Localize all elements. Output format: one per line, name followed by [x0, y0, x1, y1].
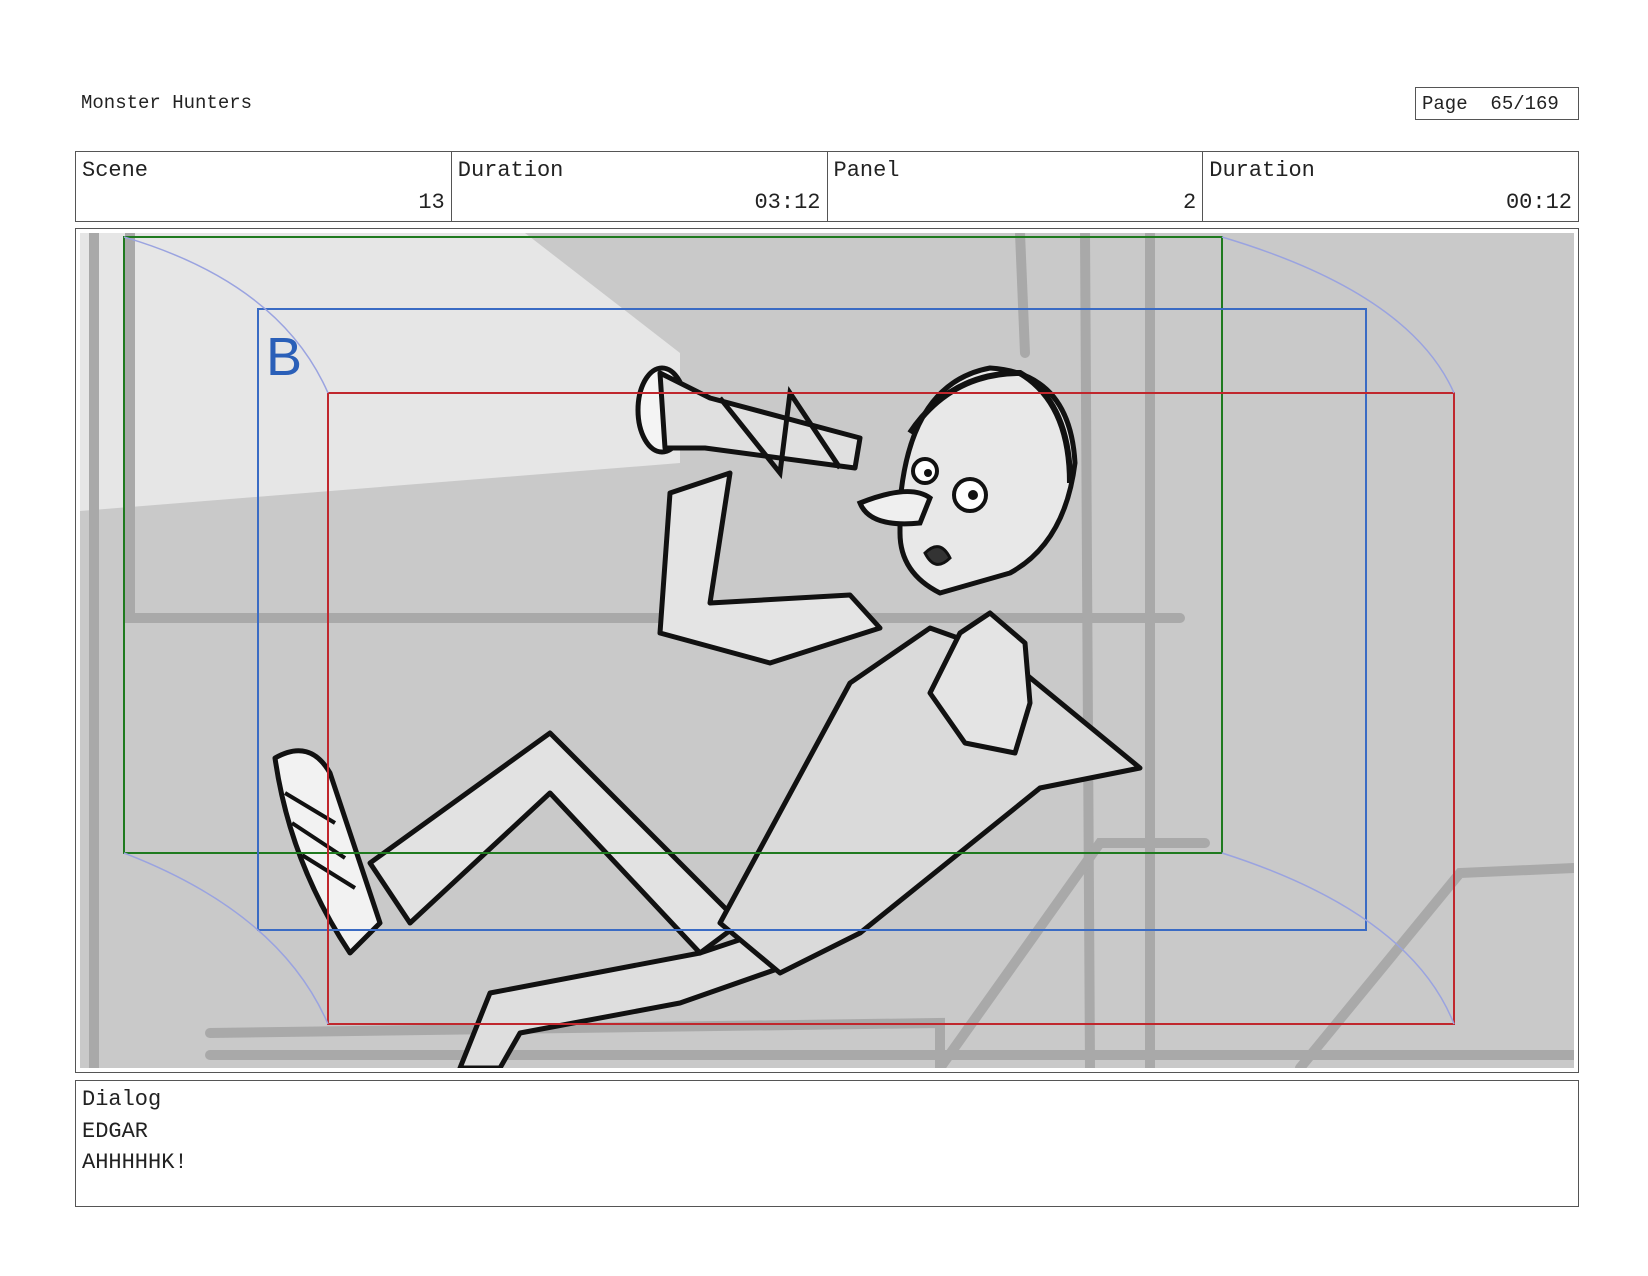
scene-duration-cell: Duration 03:12	[452, 152, 828, 221]
panel-cell: Panel 2	[828, 152, 1204, 221]
scene-duration-label: Duration	[457, 158, 564, 183]
panel-value: 2	[1183, 190, 1197, 215]
camera-marker-label: B	[266, 327, 302, 387]
storyboard-panel: B	[75, 228, 1579, 1073]
panel-info-row: Scene 13 Duration 03:12 Panel 2 Duration…	[75, 151, 1579, 222]
scene-duration-value: 03:12	[754, 190, 821, 215]
dialog-label: Dialog	[82, 1087, 162, 1112]
page-label: Page	[1422, 93, 1468, 115]
project-title: Monster Hunters	[81, 92, 253, 114]
dialog-line: AHHHHHK!	[82, 1150, 188, 1175]
storyboard-drawing: B	[80, 233, 1574, 1068]
page-number: 65/169	[1490, 93, 1559, 115]
panel-duration-label: Duration	[1209, 158, 1315, 183]
scene-cell: Scene 13	[76, 152, 452, 221]
page-indicator: Page 65/169	[1415, 87, 1579, 120]
dialog-box: Dialog EDGAR AHHHHHK!	[75, 1080, 1579, 1207]
panel-duration-value: 00:12	[1505, 190, 1572, 215]
panel-duration-cell: Duration 00:12	[1203, 152, 1578, 221]
scene-value: 13	[418, 190, 445, 215]
panel-label: Panel	[833, 158, 900, 183]
scene-label: Scene	[82, 158, 149, 183]
dialog-character: EDGAR	[82, 1119, 149, 1144]
